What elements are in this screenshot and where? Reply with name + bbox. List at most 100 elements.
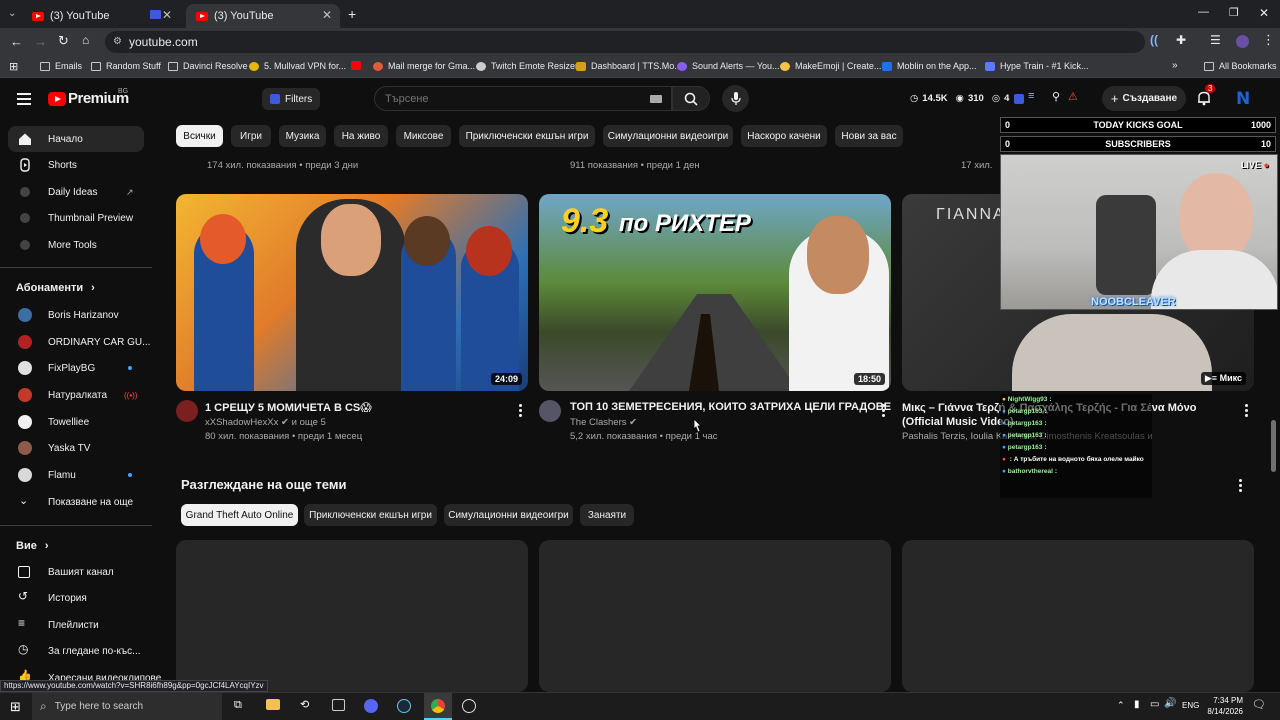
bookmark-twitch-emote[interactable]: Twitch Emote Resizer [476,61,578,71]
site-info-icon[interactable]: ⚙ [113,31,122,53]
topic-chip[interactable]: Grand Theft Auto Online [181,504,298,526]
forward-icon[interactable]: → [34,34,47,49]
filter-chip[interactable]: Музика [279,125,326,147]
filter-chip[interactable]: Всички [176,125,223,147]
window-close-icon[interactable]: ✕ [1259,6,1269,20]
video-channel[interactable]: xXShadowHexXx ✔ и още 5 [205,417,326,428]
filter-chip[interactable]: Приключенски екшън игри [459,125,595,147]
video-channel[interactable]: The Clashers ✔ [570,417,637,428]
channel-name[interactable]: xXShadowHexXx [205,417,278,428]
sidebar-item-more-tools[interactable]: More Tools [8,232,144,258]
youtube-logo-icon[interactable] [48,92,66,106]
sidebar-item-your-channel[interactable]: Вашият канал [8,559,144,585]
video-title[interactable]: ТОП 10 ЗЕМЕТРЕСЕНИЯ, КОИТО ЗАТРИХА ЦЕЛИ … [570,401,891,413]
sidebar-item-daily-ideas[interactable]: Daily Ideas ↗ [8,179,144,205]
filter-chip[interactable]: Симулационни видеоигри [603,125,733,147]
sidebar-sub-item[interactable]: FixPlayBG [8,355,144,381]
topic-chip[interactable]: Занаяти [580,504,634,526]
sidebar-item-playlists[interactable]: ≡ Плейлисти [8,612,144,638]
volume-icon[interactable]: 🔊 [1164,698,1176,709]
new-tab-icon[interactable]: + [348,6,356,22]
language-indicator[interactable]: ENG [1182,701,1199,710]
bookmark-random-stuff[interactable]: Random Stuff [91,61,161,71]
restore-icon[interactable]: ❐ [1229,6,1239,19]
channel-name[interactable]: The Clashers [570,417,627,428]
reload-icon[interactable]: ↻ [58,33,69,49]
bookmark-mullvad[interactable]: 5. Mullvad VPN for... [249,61,346,71]
video-menu-icon[interactable] [882,404,886,419]
bookmark-mail-merge[interactable]: Mail merge for Gma... [373,61,475,71]
sidebar-sub-item[interactable]: ORDINARY CAR GU... [8,329,150,355]
sidebar-sub-item[interactable]: Flamu [8,462,144,488]
alert-icon[interactable]: ⚠ [1068,90,1078,103]
all-bookmarks[interactable]: All Bookmarks [1204,61,1277,71]
filter-chip[interactable]: Игри [231,125,271,147]
filter-chip[interactable]: Миксове [396,125,451,147]
windows-start-icon[interactable]: ⊞ [10,699,21,715]
sidebar-item-shorts[interactable]: Shorts [8,152,144,178]
bookmark-hype-train[interactable]: Hype Train - #1 Kick... [985,61,1089,71]
bookmark-youtube[interactable] [351,61,366,70]
bookmark-moblin[interactable]: Moblin on the App... [882,61,977,71]
sidebar-item-thumbnail-preview[interactable]: Thumbnail Preview [8,205,144,231]
clock[interactable]: 7:34 PM 8/14/2026 [1203,695,1243,717]
close-icon[interactable]: ✕ [162,8,172,22]
app-window-icon[interactable] [332,699,345,711]
topic-chip[interactable]: Симулационни видеоигри [444,504,573,526]
discord-icon[interactable] [364,699,378,713]
bookmark-emails[interactable]: Emails [40,61,82,71]
video-thumbnail[interactable]: 9.3 по РИХТЕР 18:50 [539,194,891,391]
scrollbar-thumb[interactable] [1271,420,1276,472]
voice-search-button[interactable] [722,85,749,112]
obs-icon[interactable] [462,699,476,713]
tab-search-icon[interactable]: ☰ [1210,33,1221,47]
keyboard-icon[interactable] [650,95,662,103]
account-avatar-icon[interactable]: N [1236,89,1250,109]
apps-grid-icon[interactable]: ⊞ [9,60,18,73]
search-input[interactable] [374,86,672,111]
sidebar-sub-item[interactable]: Yaska TV [8,435,144,461]
tray-app-icon[interactable]: ▮ [1134,699,1140,710]
bookmark-sound-alerts[interactable]: Sound Alerts — You... [677,61,780,71]
bookmark-davinci[interactable]: Davinci Resolve [168,61,248,71]
filters-button[interactable]: Filters [262,88,320,110]
sidebar-show-more[interactable]: ⌄ Показване на още [8,489,144,515]
network-icon[interactable]: ▭ [1150,699,1159,710]
more-bookmarks-icon[interactable]: » [1172,60,1178,71]
browser-menu-icon[interactable]: ⋮ [1262,32,1275,48]
tray-chevron-icon[interactable]: ⌃ [1117,700,1125,711]
filter-chip[interactable]: Наскоро качени [741,125,827,147]
sidebar-item-watch-later[interactable]: ◷ За гледане по-къс... [8,638,144,664]
extension-icon[interactable]: (( [1150,33,1158,47]
tab-youtube-2[interactable]: (3) YouTube ✕ [186,4,340,28]
ideas-toolbar-icon[interactable]: ⚲ [1052,90,1060,103]
notification-center-icon[interactable]: 🗨 [1252,698,1266,711]
collab-more[interactable]: и още 5 [292,417,326,428]
tab-youtube-1[interactable]: (3) YouTube ✕ [22,4,180,28]
search-button[interactable] [672,86,710,111]
bookmark-makeemoji[interactable]: MakeEmoji | Create... [780,61,881,71]
channel-avatar[interactable] [539,400,561,422]
app-icon[interactable]: ⟲ [300,698,309,711]
profile-avatar-icon[interactable] [1236,35,1249,48]
extension-badge-icon[interactable] [1014,94,1024,104]
topics-menu-icon[interactable] [1239,479,1243,494]
bookmark-dashboard[interactable]: Dashboard | TTS.Mo... [576,61,682,71]
video-menu-icon[interactable] [1245,404,1249,419]
back-icon[interactable]: ← [10,34,23,49]
hamburger-menu-icon[interactable] [17,93,31,105]
filter-chip[interactable]: Нови за вас [835,125,903,147]
file-explorer-icon[interactable] [266,699,280,710]
sidebar-item-history[interactable]: ↺ История [8,585,144,611]
queue-icon[interactable]: ≡ [1028,90,1034,102]
taskbar-search[interactable]: ⌕ Type here to search [32,693,222,720]
channel-avatar[interactable] [176,400,198,422]
task-view-icon[interactable]: ⧉ [234,699,242,712]
extensions-puzzle-icon[interactable]: ✚ [1176,33,1186,47]
subscriptions-heading[interactable]: Абонаменти › [16,282,95,294]
chrome-taskbar-button[interactable] [424,693,452,720]
address-bar[interactable]: ⚙ youtube.com [105,31,1145,53]
you-heading[interactable]: Вие › [16,540,49,552]
close-icon[interactable]: ✕ [322,8,332,22]
tab-search-icon[interactable]: ⌄ [8,8,16,19]
